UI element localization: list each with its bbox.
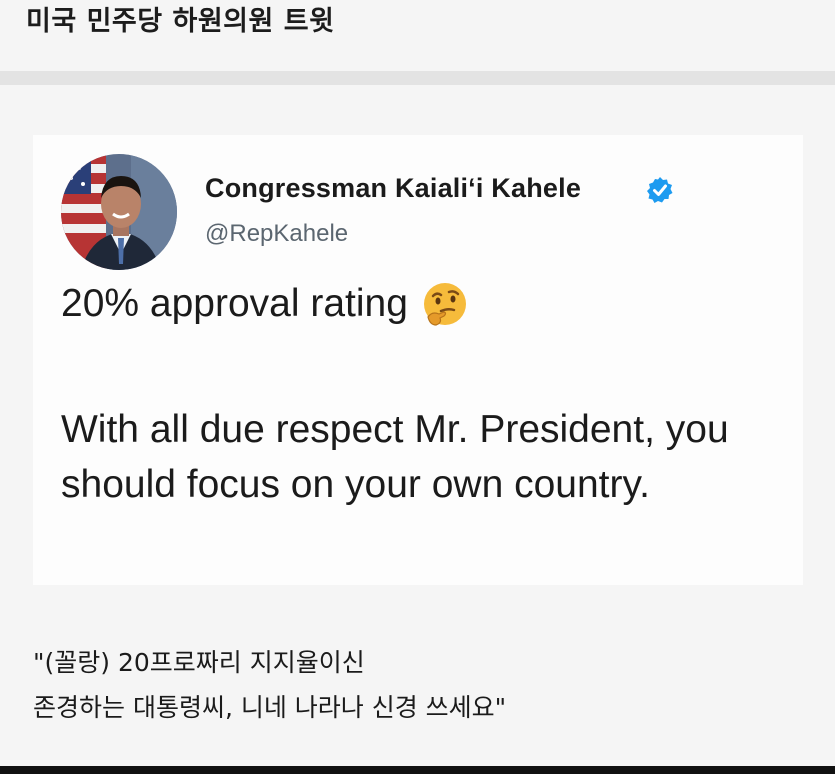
thinking-face-icon [423,283,466,326]
caption-line-2: 존경하는 대통령씨, 니네 나라나 신경 쓰세요" [33,693,507,722]
author-display-name[interactable]: Congressman Kaiali‘i Kahele [205,173,581,204]
avatar[interactable] [61,154,177,270]
tweet-text-paragraph: With all due respect Mr. President, you … [61,408,729,506]
verified-badge-icon [647,177,673,203]
caption-line-1: "(꼴랑) 20프로짜리 지지율이신 [33,648,365,677]
tweet-text-line1: 20% approval rating [61,281,468,327]
post-title: 미국 민주당 하원의원 트윗 [26,6,335,37]
korean-caption: "(꼴랑) 20프로짜리 지지율이신 존경하는 대통령씨, 니네 나라나 신경 … [33,640,506,730]
tweet-screenshot-card: Congressman Kaiali‘i Kahele @RepKahele 2… [33,135,803,585]
bottom-bar [0,766,835,774]
tweet-approval-text: 20% approval rating [61,282,408,325]
author-handle[interactable]: @RepKahele [205,220,348,248]
profile-photo-icon [61,154,177,270]
section-divider [0,71,835,85]
